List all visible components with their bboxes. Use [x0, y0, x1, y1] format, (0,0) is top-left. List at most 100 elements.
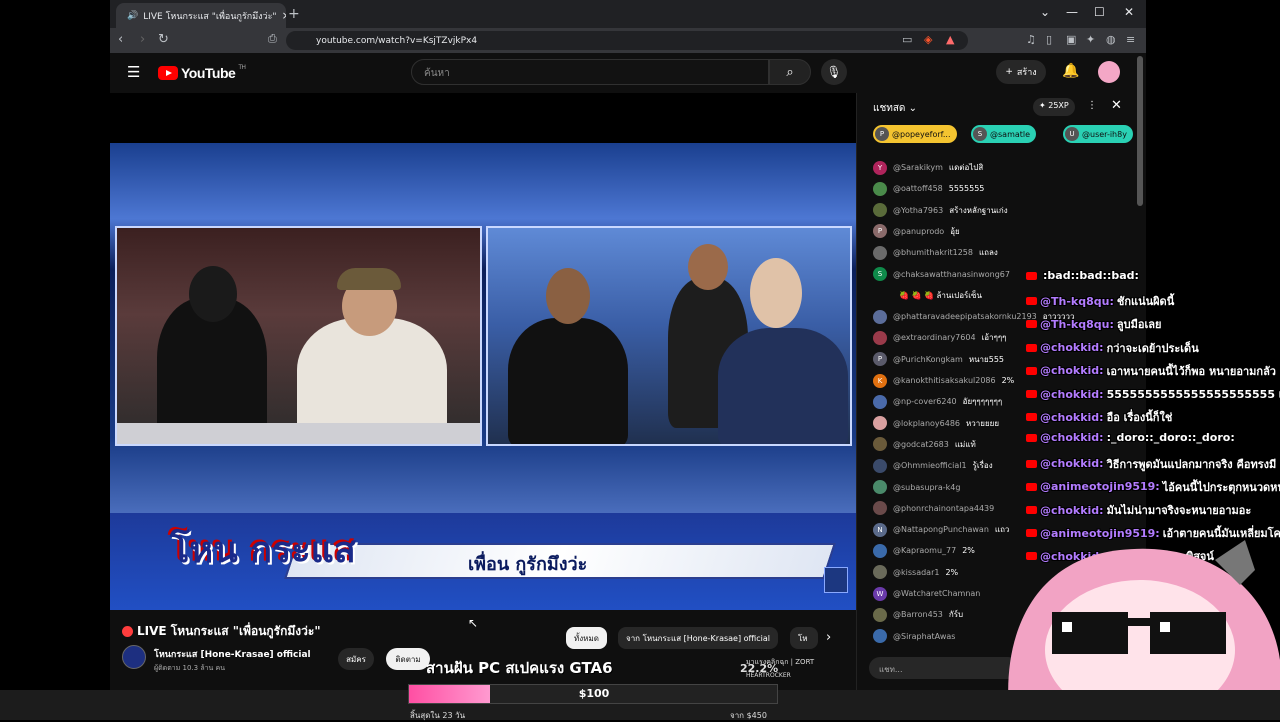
new-tab-button[interactable]: + — [288, 6, 300, 22]
chat-username[interactable]: @Ohmmieofficial1 — [893, 461, 967, 470]
chat-username[interactable]: @bhumithakrit1258 — [893, 248, 973, 257]
xp-badge[interactable]: ✦ 25XP — [1033, 98, 1075, 116]
close-window-button[interactable]: ✕ — [1124, 5, 1134, 19]
chat-username[interactable]: @oattoff458 — [893, 184, 943, 193]
chat-username[interactable]: @kissadar1 — [893, 568, 939, 577]
menu-icon[interactable]: ≡ — [1126, 33, 1135, 46]
chat-message[interactable]: @Yotha7963 สร้างหลักฐานเก่ง — [873, 200, 1008, 221]
chat-username[interactable]: @Barron453 — [893, 610, 943, 619]
chat-username[interactable]: @kanokthitisaksakul2086 — [893, 376, 996, 385]
chat-message[interactable]: @Ohmmieofficial1 รู้เรื่อง — [873, 455, 993, 476]
extensions-icon[interactable]: ✦ — [1086, 33, 1095, 46]
chat-message[interactable]: @godcat2683 แม่แท้ — [873, 434, 976, 455]
chat-username[interactable]: @SiraphatAwas — [893, 632, 955, 641]
minimize-button[interactable]: — — [1066, 5, 1078, 19]
chat-message[interactable]: P @PurichKongkam หนาย555 — [873, 349, 1004, 370]
chat-username[interactable]: @phonrchainontapa4439 — [893, 504, 994, 513]
brave-shield-icon[interactable]: ◈ — [924, 33, 932, 46]
create-button[interactable]: + สร้าง — [996, 60, 1046, 84]
chat-username[interactable]: @phattaravadeepipatsakornku2193 — [893, 312, 1037, 321]
chat-message[interactable]: @np-cover6240 อัยๆๆๆๆๆๆๆ — [873, 391, 1002, 412]
address-bar[interactable]: youtube.com/watch?v=KsjTZvjkPx4 — [286, 31, 968, 50]
browser-tab[interactable]: 🔊 LIVE โหนกระแส "เพื่อนกูรักมึงว่ะ" × — [116, 3, 286, 28]
reload-icon[interactable]: ↻ — [158, 32, 169, 47]
wallet-icon[interactable]: ▣ — [1066, 33, 1076, 46]
chat-message[interactable]: K @kanokthitisaksakul2086 2% — [873, 370, 1014, 391]
music-icon[interactable]: ♫ — [1026, 33, 1036, 46]
subscribe-button[interactable]: ติดตาม — [386, 648, 430, 670]
lower-third-text: เพื่อน กูรักมึงว่ะ — [468, 554, 588, 575]
chat-avatar: K — [873, 373, 887, 388]
chip-from-channel[interactable]: จาก โหนกระแส [Hone-Krasae] official — [618, 627, 779, 649]
chat-username[interactable]: @panuprodo — [893, 227, 944, 236]
pinned-user-chip[interactable]: S @samatle — [971, 125, 1037, 143]
chat-username[interactable]: @Yotha7963 — [893, 206, 943, 215]
pinned-user-chip[interactable]: P @popeyeforf... — [873, 125, 957, 143]
chip-all[interactable]: ทั้งหมด — [566, 627, 607, 649]
chat-username[interactable]: @WatcharetChamnan — [893, 589, 980, 598]
rewards-icon[interactable]: ▲ — [946, 33, 954, 46]
chat-message[interactable]: @lokplanoy6486 หวายยยย — [873, 413, 999, 434]
chat-mode-dropdown[interactable]: แชทสด ⌄ — [873, 101, 917, 116]
chat-username[interactable]: @NattapongPunchawan — [893, 525, 989, 534]
channel-name[interactable]: โหนกระแส [Hone-Krasae] official — [154, 647, 311, 661]
chat-message[interactable]: @Barron453 กัร์บ — [873, 604, 963, 625]
heartrocker-label: HEARTROCKER — [746, 672, 791, 679]
bookmark-icon[interactable]: ⎙ — [268, 32, 277, 46]
chat-message[interactable]: 🍓 🍓 🍓 ล้านเปอร์เซ็น — [873, 285, 982, 306]
vpn-icon[interactable]: ◍ — [1106, 33, 1116, 46]
chat-message[interactable]: @kissadar1 2% — [873, 562, 958, 583]
chat-username[interactable]: @Kapraomu_77 — [893, 546, 956, 555]
hamburger-menu-icon[interactable]: ☰ — [127, 63, 140, 81]
sidebar-icon[interactable]: ▯ — [1046, 33, 1052, 46]
video-player[interactable]: โหน กระแส เพื่อน กูรักมึงว่ะ — [110, 93, 856, 610]
search-button[interactable]: ⌕ — [769, 59, 811, 85]
chat-username[interactable]: @chaksawatthanasinwong67 — [893, 270, 1010, 279]
chat-message[interactable]: Y @Sarakikym แดต่อไปสิ — [873, 157, 983, 178]
chat-close-icon[interactable]: ✕ — [1111, 98, 1122, 113]
channel-avatar[interactable] — [122, 645, 146, 669]
chat-message[interactable]: @bhumithakrit1258 แถลง — [873, 242, 998, 263]
chat-message[interactable]: S @chaksawatthanasinwong67 — [873, 264, 1016, 285]
chat-username[interactable]: @subasupra-k4g — [893, 483, 960, 492]
voice-search-button[interactable]: 🎙 — [821, 59, 847, 85]
chat-username[interactable]: @Sarakikym — [893, 163, 943, 172]
tab-close-icon[interactable]: × — [282, 9, 286, 22]
pinned-user-avatar: S — [973, 127, 987, 141]
chat-scrollbar[interactable] — [1137, 56, 1143, 206]
chat-text: แดต่อไปสิ — [948, 163, 984, 172]
tab-search-icon[interactable]: ⌄ — [1040, 5, 1050, 19]
chat-message[interactable]: P @panuprodo อุ้ย — [873, 221, 960, 242]
chat-message[interactable]: @oattoff458 5555555 — [873, 178, 984, 199]
chat-message[interactable]: N @NattapongPunchawan แถว — [873, 519, 1009, 540]
maximize-button[interactable]: ☐ — [1094, 5, 1105, 19]
chat-username[interactable]: @lokplanoy6486 — [893, 419, 960, 428]
chat-username[interactable]: @np-cover6240 — [893, 397, 957, 406]
pinned-users: P @popeyeforf... S @samatle U @user-ih8y — [857, 122, 1139, 148]
chat-message[interactable]: @extraordinary7604 เอ้าๆๆๆ — [873, 327, 1006, 348]
channel-info: โหนกระแส [Hone-Krasae] official ผู้ติดตา… — [122, 645, 311, 674]
join-button[interactable]: สมัคร — [338, 648, 374, 670]
chat-username[interactable]: @PurichKongkam — [893, 355, 963, 364]
chat-username[interactable]: @godcat2683 — [893, 440, 949, 449]
forward-arrow-icon[interactable]: › — [140, 32, 145, 47]
cast-icon[interactable]: ▭ — [902, 33, 912, 46]
chat-message[interactable]: @Kapraomu_77 2% — [873, 540, 975, 561]
speaker-icon[interactable]: 🔊 — [127, 11, 138, 21]
chat-more-icon[interactable]: ⋮ — [1087, 100, 1097, 111]
pinned-user-chip[interactable]: U @user-ih8y — [1063, 125, 1133, 143]
video-panel-right — [486, 226, 852, 446]
chat-message[interactable]: @SiraphatAwas — [873, 626, 961, 647]
youtube-logo[interactable]: YouTube TH — [158, 65, 246, 81]
chat-message[interactable]: @subasupra-k4g — [873, 477, 966, 498]
search-input[interactable]: ค้นหา — [411, 59, 769, 85]
chip-more[interactable]: โห — [790, 627, 818, 649]
back-arrow-icon[interactable]: ‹ — [118, 32, 123, 47]
chip-next-arrow-icon[interactable]: › — [826, 630, 831, 645]
chat-message[interactable]: @phonrchainontapa4439 — [873, 498, 1000, 519]
notifications-bell-icon[interactable]: 🔔 — [1062, 63, 1079, 79]
overlay-chat-line: @chokkid: วิธีการพูดมันแปลกมากจริง คือทรง… — [1026, 455, 1276, 473]
chat-username[interactable]: @extraordinary7604 — [893, 333, 976, 342]
account-avatar[interactable] — [1098, 61, 1120, 83]
chat-message[interactable]: W @WatcharetChamnan — [873, 583, 986, 604]
